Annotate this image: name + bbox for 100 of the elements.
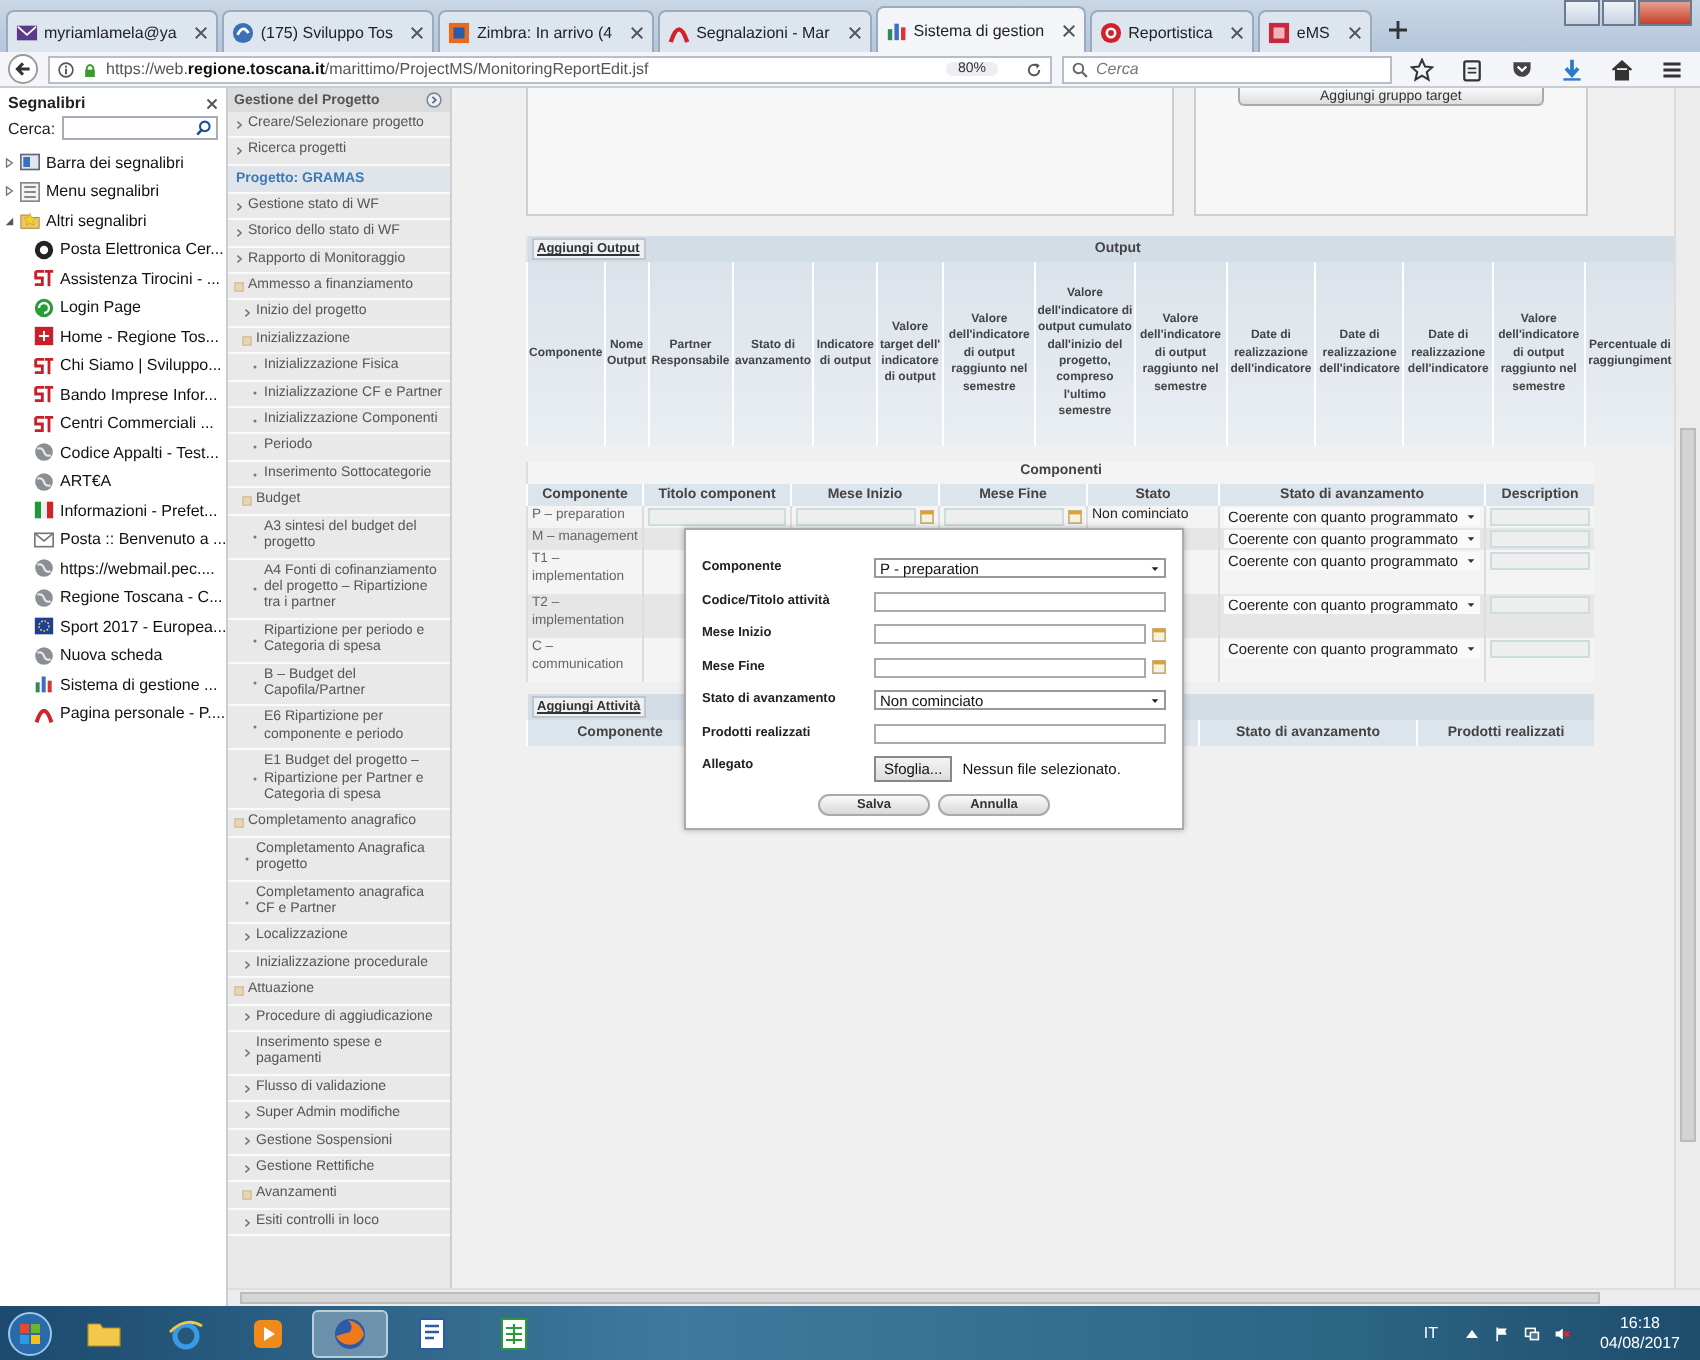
pocket-icon[interactable] bbox=[1510, 57, 1534, 81]
bookmark-item[interactable]: Codice Appalti - Test... bbox=[0, 438, 226, 467]
chevron-icon bbox=[242, 1047, 252, 1058]
bullet-icon bbox=[250, 774, 260, 785]
bookmark-item[interactable]: Login Page bbox=[0, 293, 226, 322]
input-field[interactable] bbox=[874, 591, 1166, 611]
search-field[interactable]: Cerca bbox=[1062, 55, 1392, 83]
logo-icon bbox=[34, 384, 54, 405]
bookmark-item[interactable]: Pagina personale - P.... bbox=[0, 699, 226, 728]
input-field[interactable] bbox=[1490, 596, 1590, 614]
scrollbar[interactable] bbox=[228, 1288, 1700, 1306]
input-field[interactable] bbox=[1490, 640, 1590, 658]
bookmark-item[interactable]: Nuova scheda bbox=[0, 641, 226, 670]
caret-icon bbox=[1466, 556, 1477, 566]
date-field[interactable] bbox=[874, 624, 1146, 644]
bookmark-folder[interactable]: Barra dei segnalibri bbox=[0, 148, 226, 177]
bullet-icon bbox=[250, 583, 260, 594]
chevron-icon bbox=[242, 1136, 252, 1147]
logo-icon bbox=[34, 355, 54, 376]
download-icon[interactable] bbox=[1560, 57, 1584, 81]
bookmark-item[interactable]: Chi Siamo | Sviluppo... bbox=[0, 351, 226, 380]
star-icon[interactable] bbox=[1410, 57, 1434, 81]
close-icon[interactable] bbox=[1062, 23, 1077, 37]
bookmark-item[interactable]: Posta Elettronica Cer... bbox=[0, 235, 226, 264]
sidebar-title: Segnalibri bbox=[8, 94, 86, 112]
scrollbar[interactable] bbox=[1674, 88, 1700, 1288]
flag-icon[interactable] bbox=[1493, 1325, 1510, 1341]
bullet-icon bbox=[242, 897, 252, 907]
toggle-icon[interactable] bbox=[234, 818, 244, 829]
start-button[interactable] bbox=[8, 1311, 52, 1355]
bookmark-item[interactable]: https://webmail.pec.... bbox=[0, 554, 226, 583]
bar-chart-icon bbox=[34, 674, 54, 695]
plus-icon[interactable] bbox=[1387, 20, 1408, 40]
up-arrow-icon[interactable] bbox=[1463, 1325, 1480, 1341]
bookmark-item[interactable]: Sistema di gestione ... bbox=[0, 670, 226, 699]
globe-icon bbox=[34, 558, 54, 579]
twisty-icon[interactable] bbox=[4, 215, 14, 226]
browser-tab[interactable]: myriamlamela@ya bbox=[6, 10, 219, 52]
close-icon[interactable] bbox=[847, 25, 862, 39]
info-icon[interactable] bbox=[58, 61, 74, 77]
close-icon[interactable] bbox=[1347, 25, 1362, 39]
menu-icon[interactable] bbox=[1660, 57, 1684, 81]
bookmark-folder[interactable]: Menu segnalibri bbox=[0, 177, 226, 206]
close-icon[interactable] bbox=[1230, 25, 1245, 39]
twisty-icon[interactable] bbox=[4, 186, 14, 197]
input-field[interactable] bbox=[874, 723, 1166, 743]
bookmark-item[interactable]: Regione Toscana - C... bbox=[0, 583, 226, 612]
caret-icon bbox=[1150, 563, 1160, 573]
taskbar-button[interactable] bbox=[312, 1309, 388, 1357]
site-icon bbox=[34, 239, 54, 260]
browser-tab[interactable]: Zimbra: In arrivo (4 bbox=[438, 10, 655, 52]
bookmark-item[interactable]: Sport 2017 - Europea... bbox=[0, 612, 226, 641]
bookmark-item[interactable]: Posta :: Benvenuto a ... bbox=[0, 525, 226, 554]
toggle-icon[interactable] bbox=[242, 335, 252, 346]
home-icon[interactable] bbox=[1610, 57, 1634, 81]
input-field[interactable] bbox=[648, 508, 786, 526]
browser-tab[interactable]: (175) Sviluppo Tos bbox=[222, 10, 435, 52]
reload-icon[interactable] bbox=[1026, 61, 1042, 77]
date-field[interactable] bbox=[874, 657, 1146, 677]
toggle-icon[interactable] bbox=[234, 281, 244, 292]
flag-icon bbox=[34, 500, 54, 521]
bookmark-item[interactable]: Bando Imprese Infor... bbox=[0, 380, 226, 409]
window-controls[interactable] bbox=[1564, 0, 1692, 26]
search-field[interactable] bbox=[61, 116, 218, 140]
close-icon[interactable] bbox=[630, 25, 645, 39]
browser-tab[interactable]: Reportistica bbox=[1090, 10, 1255, 52]
bookmark-item[interactable]: Informazioni - Prefet... bbox=[0, 496, 226, 525]
bookmark-folder[interactable]: Altri segnalibri bbox=[0, 206, 226, 235]
input-field[interactable] bbox=[1490, 552, 1590, 570]
language-indicator[interactable]: IT bbox=[1423, 1324, 1438, 1342]
collapse-icon[interactable] bbox=[426, 92, 442, 108]
globe-icon bbox=[34, 587, 54, 608]
toggle-icon[interactable] bbox=[242, 1190, 252, 1201]
close-icon[interactable] bbox=[410, 25, 425, 39]
clipboard-icon[interactable] bbox=[1460, 57, 1484, 81]
toggle-icon[interactable] bbox=[242, 495, 252, 506]
bookmark-item[interactable]: ART€A bbox=[0, 467, 226, 496]
speaker-muted-icon[interactable] bbox=[1553, 1325, 1570, 1341]
bookmark-item[interactable]: Assistenza Tirocini - ... bbox=[0, 264, 226, 293]
toggle-icon[interactable] bbox=[234, 985, 244, 996]
chevron-icon bbox=[242, 1012, 252, 1023]
back-icon[interactable] bbox=[8, 54, 38, 84]
arch-icon bbox=[34, 703, 54, 724]
input-field[interactable] bbox=[944, 508, 1064, 526]
chevron-icon bbox=[234, 119, 244, 130]
close-icon[interactable] bbox=[194, 25, 209, 39]
bookmark-item[interactable]: Home - Regione Tos... bbox=[0, 322, 226, 351]
bullet-icon bbox=[250, 442, 260, 453]
browser-tab[interactable]: Sistema di gestion bbox=[875, 6, 1087, 52]
browser-tab[interactable]: eMS bbox=[1258, 10, 1372, 52]
input-field[interactable] bbox=[1490, 508, 1590, 526]
input-field[interactable] bbox=[796, 508, 916, 526]
browser-tab[interactable]: Segnalazioni - Mar bbox=[658, 10, 872, 52]
twisty-icon[interactable] bbox=[4, 157, 14, 168]
network-icon[interactable] bbox=[1523, 1325, 1540, 1341]
chevron-icon bbox=[242, 1217, 252, 1228]
close-icon[interactable] bbox=[206, 97, 218, 109]
bookmark-item[interactable]: Centri Commerciali ... bbox=[0, 409, 226, 438]
calendar-icon[interactable] bbox=[1152, 627, 1166, 641]
input-field[interactable] bbox=[1490, 530, 1590, 548]
